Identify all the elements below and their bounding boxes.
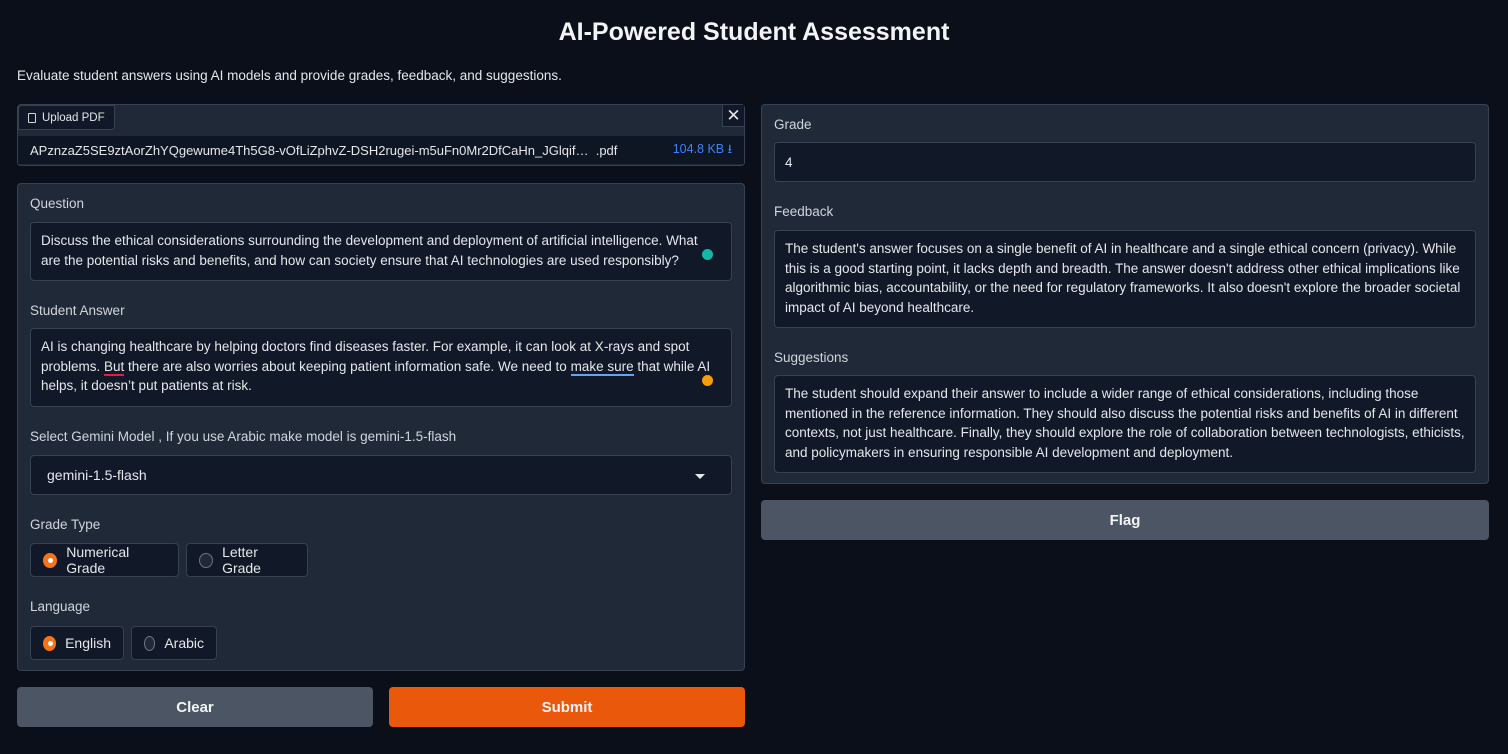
close-icon[interactable]: ✕ [722,105,744,127]
pdf-upload[interactable]: Upload PDF ✕ APznzaZ5SE9ztAorZhYQgewume4… [17,104,745,166]
output-panel: Grade 4 Feedback The student's answer fo… [761,104,1489,484]
file-name: APznzaZ5SE9ztAorZhYQgewume4Th5G8-vOfLiZp… [30,142,618,158]
feedback-output[interactable]: The student's answer focuses on a single… [774,230,1476,328]
model-select-label: Select Gemini Model , If you use Arabic … [30,429,457,444]
feedback-label: Feedback [774,204,834,219]
grade-label: Grade [774,117,812,132]
uploaded-file-row: APznzaZ5SE9ztAorZhYQgewume4Th5G8-vOfLiZp… [18,136,744,164]
upload-pdf-label: Upload PDF [18,105,115,130]
radio-arabic[interactable]: Arabic [131,626,217,660]
grade-type-label: Grade Type [30,517,101,532]
grammar-indicator-icon[interactable] [702,249,713,260]
question-textarea[interactable]: Discuss the ethical considerations surro… [30,222,732,281]
student-answer-textarea[interactable]: AI is changing healthcare by helping doc… [30,328,732,407]
radio-unselected-icon[interactable] [199,552,214,568]
radio-numerical-grade[interactable]: Numerical Grade [30,543,179,577]
radio-unselected-icon[interactable] [144,635,156,651]
suggestions-output[interactable]: The student should expand their answer t… [774,375,1476,473]
radio-english[interactable]: English [30,626,124,660]
question-label: Question [30,196,85,211]
chevron-down-icon[interactable] [695,474,705,479]
submit-button[interactable]: Submit [389,687,745,727]
grade-output[interactable]: 4 [774,142,1476,182]
radio-selected-icon[interactable] [43,635,57,651]
language-label: Language [30,599,91,614]
page-title: AI-Powered Student Assessment [558,18,950,46]
file-icon [28,112,36,123]
gemini-model-dropdown[interactable]: gemini-1.5-flash [30,455,732,495]
radio-letter-grade[interactable]: Letter Grade [186,543,308,577]
page-description: Evaluate student answers using AI models… [17,68,562,83]
clear-button[interactable]: Clear [17,687,373,727]
student-answer-label: Student Answer [30,303,125,318]
grammar-indicator-icon[interactable] [702,375,713,386]
radio-selected-icon[interactable] [43,552,58,568]
input-panel: Question Discuss the ethical considerati… [17,183,745,671]
flag-button[interactable]: Flag [761,500,1489,540]
suggestions-label: Suggestions [774,350,849,365]
file-size-download-link[interactable]: 104.8 KB ⭳ [673,140,732,161]
